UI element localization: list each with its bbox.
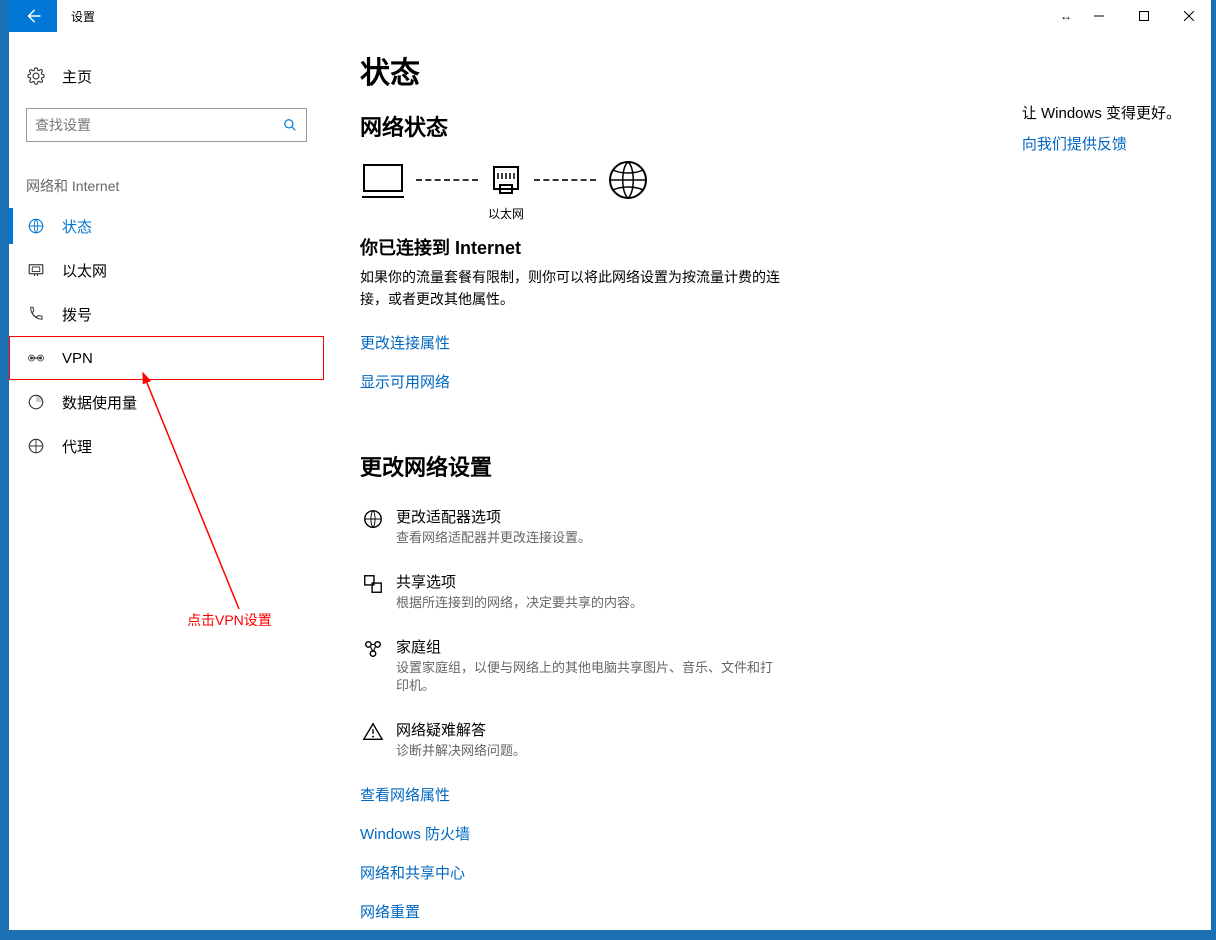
sidebar-item-label: 数据使用量 (46, 392, 137, 413)
diagram-pc (360, 159, 406, 221)
annotation-text: 点击VPN设置 (187, 610, 272, 630)
sidebar-item-dialup[interactable]: 拨号 (9, 292, 324, 336)
search-input[interactable] (27, 117, 274, 133)
back-button[interactable] (9, 0, 57, 32)
link-network-reset[interactable]: 网络重置 (360, 901, 420, 922)
sharing-icon (360, 571, 386, 612)
setting-desc: 诊断并解决网络问题。 (396, 742, 526, 760)
search-wrap (9, 96, 324, 142)
adapter-icon (360, 506, 386, 547)
link-show-available-networks[interactable]: 显示可用网络 (360, 371, 450, 392)
sidebar-item-vpn[interactable]: VPN (9, 336, 324, 380)
right-panel: 让 Windows 变得更好。 向我们提供反馈 (1022, 102, 1181, 154)
setting-title: 更改适配器选项 (396, 506, 591, 527)
ethernet-plug-icon (488, 159, 524, 201)
setting-sharing-options[interactable]: 共享选项 根据所连接到的网络，决定要共享的内容。 (360, 571, 1187, 612)
page-title: 状态 (360, 48, 1187, 92)
setting-desc: 设置家庭组，以便与网络上的其他电脑共享图片、音乐、文件和打印机。 (396, 659, 776, 695)
sidebar-item-status[interactable]: 状态 (9, 204, 324, 248)
sidebar-item-data-usage[interactable]: 数据使用量 (9, 380, 324, 424)
gear-icon (26, 67, 46, 85)
sidebar-item-proxy[interactable]: 代理 (9, 424, 324, 468)
titlebar: 设置 ↔ (9, 0, 1211, 32)
search-box[interactable] (26, 108, 307, 142)
pc-icon (360, 159, 406, 201)
titlebar-right: ↔ (1060, 0, 1211, 32)
content: 主页 网络和 Internet 状态 (9, 32, 1211, 930)
diagram-ethernet: 以太网 (488, 159, 524, 221)
link-network-sharing-center[interactable]: 网络和共享中心 (360, 862, 465, 883)
titlebar-expand-icon: ↔ (1060, 9, 1072, 23)
setting-desc: 查看网络适配器并更改连接设置。 (396, 529, 591, 547)
home-label: 主页 (46, 66, 92, 87)
diagram-line (416, 179, 478, 181)
setting-troubleshoot[interactable]: 网络疑难解答 诊断并解决网络问题。 (360, 719, 1187, 760)
settings-window: 设置 ↔ 主页 (9, 0, 1211, 930)
feedback-title: 让 Windows 变得更好。 (1022, 102, 1181, 123)
maximize-button[interactable] (1121, 0, 1166, 32)
link-windows-firewall[interactable]: Windows 防火墙 (360, 823, 470, 844)
setting-desc: 根据所连接到的网络，决定要共享的内容。 (396, 594, 643, 612)
close-button[interactable] (1166, 0, 1211, 32)
minimize-icon (1094, 11, 1104, 21)
data-usage-icon (26, 393, 46, 411)
connected-heading: 你已连接到 Internet (360, 234, 1187, 260)
sidebar: 主页 网络和 Internet 状态 (9, 32, 324, 930)
diagram-globe (606, 158, 650, 222)
vpn-icon (26, 349, 46, 367)
diagram-line (534, 179, 596, 181)
sidebar-group-header: 网络和 Internet (9, 142, 324, 204)
setting-title: 家庭组 (396, 636, 776, 657)
status-icon (26, 217, 46, 235)
sidebar-item-label: 以太网 (46, 260, 107, 281)
connected-desc: 如果你的流量套餐有限制，则你可以将此网络设置为按流量计费的连接，或者更改其他属性… (360, 266, 790, 310)
sidebar-item-label: 拨号 (46, 304, 92, 325)
close-icon (1184, 11, 1194, 21)
main-content: 状态 网络状态 以太网 你已连接到 Internet 如 (324, 32, 1211, 930)
link-change-connection-properties[interactable]: 更改连接属性 (360, 332, 450, 353)
sidebar-item-ethernet[interactable]: 以太网 (9, 248, 324, 292)
setting-homegroup[interactable]: 家庭组 设置家庭组，以便与网络上的其他电脑共享图片、音乐、文件和打印机。 (360, 636, 1187, 695)
sidebar-item-label: 代理 (46, 436, 92, 457)
setting-title: 网络疑难解答 (396, 719, 526, 740)
search-icon (274, 118, 306, 132)
arrow-left-icon (24, 7, 42, 25)
troubleshoot-icon (360, 719, 386, 760)
minimize-button[interactable] (1076, 0, 1121, 32)
setting-adapter-options[interactable]: 更改适配器选项 查看网络适配器并更改连接设置。 (360, 506, 1187, 547)
network-diagram: 以太网 (360, 160, 1187, 220)
window-title: 设置 (57, 8, 95, 25)
setting-title: 共享选项 (396, 571, 643, 592)
link-feedback[interactable]: 向我们提供反馈 (1022, 133, 1127, 154)
titlebar-left: 设置 (9, 0, 95, 32)
sidebar-item-label: 状态 (46, 216, 92, 237)
proxy-icon (26, 437, 46, 455)
section-change-settings: 更改网络设置 (360, 450, 1187, 482)
homegroup-icon (360, 636, 386, 695)
dialup-icon (26, 305, 46, 323)
link-view-network-properties[interactable]: 查看网络属性 (360, 784, 450, 805)
diagram-caption: 以太网 (488, 205, 524, 221)
home-button[interactable]: 主页 (9, 56, 324, 96)
sidebar-item-label: VPN (46, 350, 93, 367)
ethernet-icon (26, 261, 46, 279)
maximize-icon (1139, 11, 1149, 21)
globe-icon (606, 158, 650, 202)
